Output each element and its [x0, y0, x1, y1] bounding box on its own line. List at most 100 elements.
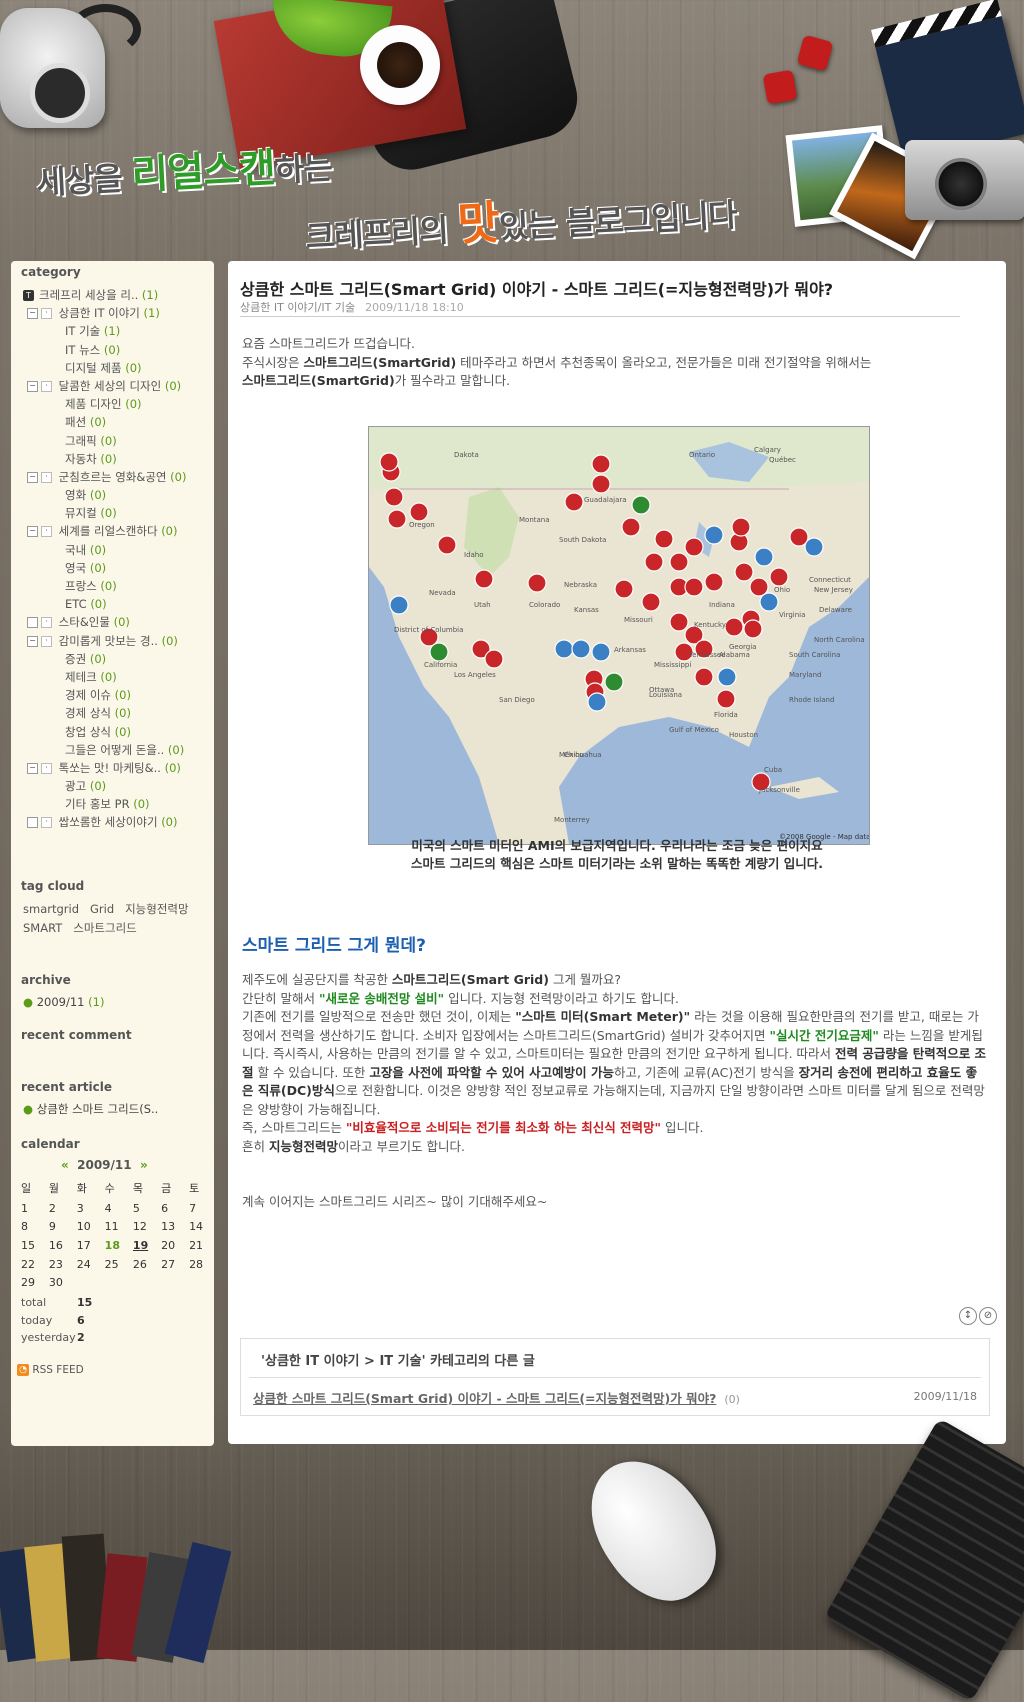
map-marker[interactable] — [804, 537, 824, 557]
category-item[interactable]: − · 톡쏘는 맛! 마케팅&.. (0) — [23, 759, 213, 777]
map-marker[interactable] — [484, 649, 504, 669]
map-marker[interactable] — [724, 617, 744, 637]
category-item[interactable]: 그들은 어떻게 돈을.. (0) — [23, 741, 213, 759]
map-marker[interactable] — [387, 509, 407, 529]
collapse-icon[interactable]: − — [27, 526, 38, 538]
map-marker[interactable] — [759, 592, 779, 612]
category-item[interactable]: 증권 (0) — [23, 650, 213, 668]
tag-link[interactable]: 지능형전력망 — [125, 902, 188, 916]
category-item[interactable]: 자동차 (0) — [23, 450, 213, 468]
calendar-prev-button[interactable]: « — [61, 1158, 69, 1172]
post-category-link[interactable]: 상큼한 IT 이야기/IT 기술 — [240, 301, 355, 314]
map-marker[interactable] — [669, 552, 689, 572]
trackback-icon[interactable]: ↕ — [959, 1307, 977, 1325]
category-item[interactable]: − · 감미롭게 맛보는 경.. (0) — [23, 632, 213, 650]
category-item[interactable]: − · 군침흐르는 영화&공연 (0) — [23, 468, 213, 486]
category-item[interactable]: 기타 홍보 PR (0) — [23, 795, 213, 813]
map-marker[interactable] — [769, 567, 789, 587]
map-marker[interactable] — [717, 667, 737, 687]
category-item[interactable]: 뮤지컬 (0) — [23, 504, 213, 522]
map-marker[interactable] — [564, 492, 584, 512]
map-marker[interactable] — [694, 667, 714, 687]
calendar-day[interactable]: 18 — [102, 1236, 130, 1255]
recent-article-item[interactable]: ● 상큼한 스마트 그리드(S.. — [23, 1101, 158, 1117]
tag-link[interactable]: Grid — [90, 902, 114, 916]
map-marker[interactable] — [591, 474, 611, 494]
category-item[interactable]: 제테크 (0) — [23, 668, 213, 686]
collapse-icon[interactable]: − — [27, 308, 38, 320]
blog-title-line2[interactable]: 크레프리의 맛있는 블로그입니다 — [304, 174, 738, 262]
map-marker[interactable] — [644, 552, 664, 572]
category-item[interactable]: 광고 (0) — [23, 777, 213, 795]
smart-meter-map-image[interactable]: Montana Oregon Idaho Nevada Utah Colorado Kans… — [368, 426, 870, 845]
map-marker[interactable] — [571, 639, 591, 659]
map-marker[interactable] — [716, 689, 736, 709]
category-item[interactable]: IT 기술 (1) — [23, 322, 213, 340]
category-item[interactable]: T 크레프리 세상을 리.. (1) — [23, 286, 213, 304]
dice-decoration — [796, 34, 834, 72]
map-marker[interactable] — [641, 592, 661, 612]
map-marker[interactable] — [743, 619, 763, 639]
map-marker[interactable] — [429, 642, 449, 662]
map-marker[interactable] — [409, 502, 429, 522]
map-marker[interactable] — [669, 612, 689, 632]
map-place-label: Ottawa — [649, 686, 674, 694]
map-marker[interactable] — [389, 595, 409, 615]
map-marker[interactable] — [587, 692, 607, 712]
collapse-icon[interactable]: − — [27, 471, 38, 483]
map-marker[interactable] — [604, 672, 624, 692]
map-marker[interactable] — [614, 579, 634, 599]
collapse-icon[interactable]: − — [27, 635, 38, 647]
rss-feed-link[interactable]: ◔ RSS FEED — [17, 1364, 84, 1376]
map-marker[interactable] — [734, 562, 754, 582]
category-item[interactable]: ETC (0) — [23, 595, 213, 613]
category-item[interactable]: 국내 (0) — [23, 541, 213, 559]
tag-link[interactable]: smartgrid — [23, 902, 79, 916]
map-marker[interactable] — [631, 495, 651, 515]
category-item[interactable]: 프랑스 (0) — [23, 577, 213, 595]
category-item[interactable]: − · 달콤한 세상의 디자인 (0) — [23, 377, 213, 395]
category-item[interactable]: 패션 (0) — [23, 413, 213, 431]
category-item[interactable]: 영화 (0) — [23, 486, 213, 504]
category-item[interactable]: · 스타&인물 (0) — [23, 613, 213, 631]
map-marker[interactable] — [591, 454, 611, 474]
category-item[interactable]: 그래픽 (0) — [23, 432, 213, 450]
map-marker[interactable] — [684, 577, 704, 597]
map-marker[interactable] — [527, 573, 547, 593]
map-marker[interactable] — [554, 639, 574, 659]
map-marker[interactable] — [731, 517, 751, 537]
category-item[interactable]: − · 상큼한 IT 이야기 (1) — [23, 304, 213, 322]
category-item[interactable]: 영국 (0) — [23, 559, 213, 577]
blog-title-line1[interactable]: 세상을 리얼스캔하는 — [35, 132, 333, 205]
post-title[interactable]: 상큼한 스마트 그리드(Smart Grid) 이야기 - 스마트 그리드(=지… — [240, 276, 833, 300]
weekday-label: 토 — [189, 1182, 200, 1195]
map-marker[interactable] — [704, 572, 724, 592]
related-heading: '상큼한 IT 이야기 > IT 기술' 카테고리의 다른 글 — [249, 1339, 981, 1378]
map-marker[interactable] — [474, 569, 494, 589]
category-item[interactable]: − · 세계를 리얼스캔하다 (0) — [23, 522, 213, 540]
related-link[interactable]: 상큼한 스마트 그리드(Smart Grid) 이야기 - 스마트 그리드(=지… — [253, 1391, 716, 1406]
category-item[interactable]: · 쌉쏘롬한 세상이야기 (0) — [23, 813, 213, 831]
category-item[interactable]: 경제 상식 (0) — [23, 704, 213, 722]
map-marker[interactable] — [591, 642, 611, 662]
archive-item[interactable]: ● 2009/11 (1) — [23, 995, 104, 1009]
map-marker[interactable] — [621, 517, 641, 537]
tag-link[interactable]: 스마트그리드 — [73, 921, 136, 935]
category-item[interactable]: IT 뉴스 (0) — [23, 341, 213, 359]
category-item[interactable]: 제품 디자인 (0) — [23, 395, 213, 413]
collapse-icon[interactable]: − — [27, 380, 38, 392]
calendar-next-button[interactable]: » — [140, 1158, 148, 1172]
share-icon[interactable]: ⊘ — [979, 1307, 997, 1325]
map-marker[interactable] — [379, 452, 399, 472]
collapse-icon[interactable]: − — [27, 762, 38, 774]
tag-link[interactable]: SMART — [23, 921, 62, 935]
map-marker[interactable] — [384, 487, 404, 507]
map-marker[interactable] — [654, 529, 674, 549]
map-marker[interactable] — [437, 535, 457, 555]
category-item[interactable]: 창업 상식 (0) — [23, 723, 213, 741]
category-item[interactable]: 디지털 제품 (0) — [23, 359, 213, 377]
map-marker[interactable] — [704, 525, 724, 545]
map-marker[interactable] — [754, 547, 774, 567]
category-item[interactable]: 경제 이슈 (0) — [23, 686, 213, 704]
map-marker[interactable] — [684, 537, 704, 557]
